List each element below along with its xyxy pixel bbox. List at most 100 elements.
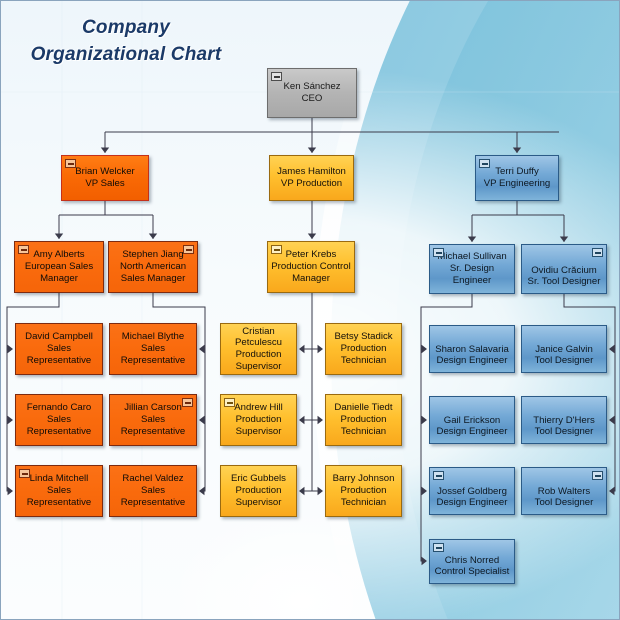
connector-arrowhead (299, 344, 305, 354)
org-node-jossef-goldberg[interactable]: Jossef Goldberg Design Engineer (429, 467, 515, 515)
connector-arrowhead (421, 415, 427, 425)
org-node-label: Fernando Caro Sales Representative (26, 402, 92, 437)
org-node-ovidiu-cracium[interactable]: Ovidiu Crăcium Sr. Tool Designer (521, 244, 607, 294)
org-node-amy-alberts[interactable]: Amy Alberts European Sales Manager (14, 241, 104, 293)
collapse-minus-icon[interactable] (479, 159, 490, 168)
connector-arrowhead (559, 236, 569, 242)
connector-segment (420, 420, 425, 492)
connector-arrowhead (609, 486, 615, 496)
org-node-gail-erickson[interactable]: Gail Erickson Design Engineer (429, 396, 515, 444)
connector-arrowhead (467, 236, 477, 242)
org-node-peter-krebs[interactable]: Peter Krebs Production Control Manager (267, 241, 355, 293)
collapse-minus-icon[interactable] (433, 543, 444, 552)
connector-arrowhead (421, 556, 427, 566)
org-node-linda-mitchell[interactable]: Linda Mitchell Sales Representative (15, 465, 103, 517)
org-node-label: Brian Welcker VP Sales (75, 166, 135, 189)
org-node-fernando-caro[interactable]: Fernando Caro Sales Representative (15, 394, 103, 446)
connector-arrowhead (307, 147, 317, 153)
minus-glyph (435, 251, 442, 254)
org-node-label: Rob Walters Tool Designer (534, 485, 594, 509)
org-node-chris-norred[interactable]: Chris Norred Control Specialist (429, 539, 515, 584)
org-node-vp-production[interactable]: James Hamilton VP Production (269, 155, 354, 201)
connector-arrowhead (421, 486, 427, 496)
connector-arrowhead (7, 486, 13, 496)
connector-arrowhead (609, 415, 615, 425)
org-node-vp-sales[interactable]: Brian Welcker VP Sales (61, 155, 149, 201)
org-node-label: Eric Gubbels Production Supervisor (231, 473, 286, 508)
org-node-david-campbell[interactable]: David Campbell Sales Representative (15, 323, 103, 375)
connector-arrowhead (609, 344, 615, 354)
connector-segment (420, 491, 425, 562)
connector-arrowhead (54, 233, 64, 239)
org-node-label: Rachel Valdez Sales Representative (120, 473, 186, 508)
org-node-vp-engineering[interactable]: Terri Duffy VP Engineering (475, 155, 559, 201)
org-node-ceo[interactable]: Ken Sánchez CEO (267, 68, 357, 118)
org-node-rachel-valdez[interactable]: Rachel Valdez Sales Representative (109, 465, 197, 517)
org-node-jillian-carson[interactable]: Jillian Carson Sales Representative (109, 394, 197, 446)
minus-glyph (21, 472, 28, 475)
minus-glyph (185, 248, 192, 251)
org-node-eric-gubbels[interactable]: Eric Gubbels Production Supervisor (220, 465, 297, 517)
org-node-janice-galvin[interactable]: Janice Galvin Tool Designer (521, 325, 607, 373)
org-node-label: Ken Sánchez CEO (283, 81, 341, 104)
connector-arrowhead (421, 344, 427, 354)
org-node-label: Andrew Hill Production Supervisor (234, 402, 283, 437)
collapse-minus-icon[interactable] (19, 469, 30, 478)
org-node-thierry-dhers[interactable]: Thierry D'Hers Tool Designer (521, 396, 607, 444)
connector-arrowhead (299, 486, 305, 496)
connector-arrowhead (317, 344, 323, 354)
org-node-label: Chris Norred Control Specialist (434, 554, 510, 578)
org-node-label: Gail Erickson Design Engineer (436, 414, 508, 438)
connector-arrowhead (299, 415, 305, 425)
org-node-label: Michael Sullivan Sr. Design Engineer (437, 251, 507, 286)
connector-arrowhead (307, 233, 317, 239)
collapse-minus-icon[interactable] (592, 471, 603, 480)
org-node-label: Thierry D'Hers Tool Designer (533, 414, 595, 438)
org-node-label: Janice Galvin Tool Designer (534, 343, 594, 367)
collapse-minus-icon[interactable] (271, 245, 282, 254)
connector-arrowhead (199, 344, 205, 354)
collapse-minus-icon[interactable] (183, 245, 194, 254)
minus-glyph (273, 248, 280, 251)
minus-glyph (20, 248, 27, 251)
org-node-label: Ovidiu Crăcium Sr. Tool Designer (527, 264, 601, 288)
collapse-minus-icon[interactable] (224, 398, 235, 407)
connector-arrowhead (148, 233, 158, 239)
collapse-minus-icon[interactable] (433, 248, 444, 257)
org-node-barry-johnson[interactable]: Barry Johnson Production Technician (325, 465, 402, 517)
org-node-label: Jillian Carson Sales Representative (120, 402, 186, 437)
minus-glyph (226, 401, 233, 404)
collapse-minus-icon[interactable] (182, 398, 193, 407)
collapse-minus-icon[interactable] (18, 245, 29, 254)
org-node-andrew-hill[interactable]: Andrew Hill Production Supervisor (220, 394, 297, 446)
connector-segment (611, 420, 616, 492)
minus-glyph (594, 251, 601, 254)
collapse-minus-icon[interactable] (592, 248, 603, 257)
org-node-label: Stephen Jiang North American Sales Manag… (119, 249, 187, 284)
org-chart-canvas: Company Organizational Chart Ken Sánchez… (0, 0, 620, 620)
connector-arrowhead (199, 486, 205, 496)
minus-glyph (435, 474, 442, 477)
collapse-minus-icon[interactable] (65, 159, 76, 168)
connector-arrowhead (7, 415, 13, 425)
collapse-minus-icon[interactable] (271, 72, 282, 81)
collapse-minus-icon[interactable] (433, 471, 444, 480)
org-node-stephen-jiang[interactable]: Stephen Jiang North American Sales Manag… (108, 241, 198, 293)
org-node-betsy-stadick[interactable]: Betsy Stadick Production Technician (325, 323, 402, 375)
connector-segment (6, 349, 11, 421)
org-node-sharon-salavaria[interactable]: Sharon Salavaria Design Engineer (429, 325, 515, 373)
org-node-michael-blythe[interactable]: Michael Blythe Sales Representative (109, 323, 197, 375)
connector-arrowhead (100, 147, 110, 153)
minus-glyph (273, 75, 280, 78)
connector-arrowhead (317, 486, 323, 496)
minus-glyph (481, 162, 488, 165)
minus-glyph (435, 546, 442, 549)
connector-arrowhead (512, 147, 522, 153)
connector-arrowhead (199, 415, 205, 425)
org-node-cristian-petculescu[interactable]: Cristian Petculescu Production Superviso… (220, 323, 297, 375)
org-node-michael-sullivan[interactable]: Michael Sullivan Sr. Design Engineer (429, 244, 515, 294)
minus-glyph (184, 401, 191, 404)
org-node-rob-walters[interactable]: Rob Walters Tool Designer (521, 467, 607, 515)
org-node-label: Terri Duffy VP Engineering (483, 166, 551, 189)
org-node-danielle-tiedt[interactable]: Danielle Tiedt Production Technician (325, 394, 402, 446)
